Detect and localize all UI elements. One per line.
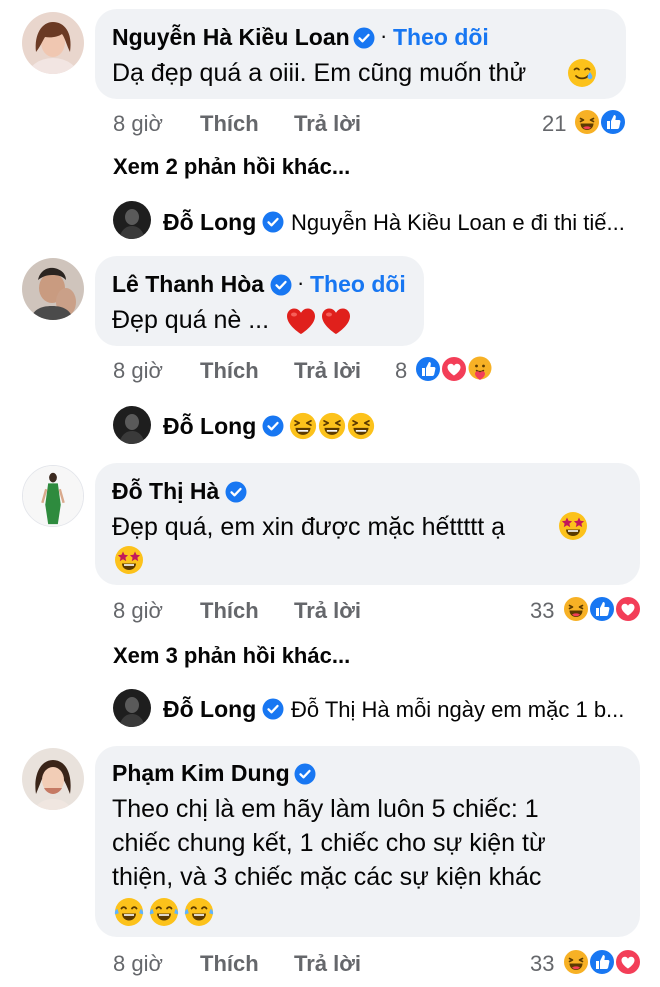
reply-author[interactable]: Đỗ Long xyxy=(163,413,256,440)
red-heart-icon xyxy=(320,306,352,336)
reply-preview-text[interactable]: Nguyễn Hà Kiều Loan e đi thi tiế... xyxy=(291,210,625,236)
avatar[interactable] xyxy=(22,258,84,320)
like-icon[interactable] xyxy=(588,948,616,976)
comment-author[interactable]: Nguyễn Hà Kiều Loan xyxy=(112,24,350,51)
reply-button[interactable]: Trả lời xyxy=(294,951,361,977)
comment-text-line: chiếc chung kết, 1 chiếc cho sự kiện từ xyxy=(112,829,546,857)
squinting-laugh-icon xyxy=(288,411,318,441)
love-icon[interactable] xyxy=(440,355,468,383)
comment-time[interactable]: 8 giờ xyxy=(113,358,163,384)
tears-of-joy-icon xyxy=(183,896,215,928)
haha-icon[interactable] xyxy=(562,948,590,976)
love-icon[interactable] xyxy=(614,595,642,623)
follow-button[interactable]: Theo dõi xyxy=(393,24,489,51)
avatar[interactable] xyxy=(22,748,84,810)
verified-badge-icon xyxy=(262,415,284,437)
comment-author[interactable]: Phạm Kim Dung xyxy=(112,760,290,787)
comment-text-line: Theo chị là em hãy làm luôn 5 chiếc: 1 xyxy=(112,795,539,823)
star-struck-icon xyxy=(557,510,589,542)
like-button[interactable]: Thích xyxy=(200,358,259,384)
smiling-face-with-tear-icon xyxy=(566,57,598,89)
avatar[interactable] xyxy=(22,465,84,527)
verified-badge-icon xyxy=(353,27,375,49)
love-icon[interactable] xyxy=(614,948,642,976)
view-more-replies[interactable]: Xem 3 phản hồi khác... xyxy=(113,643,350,669)
haha-icon[interactable] xyxy=(562,595,590,623)
like-icon[interactable] xyxy=(588,595,616,623)
avatar[interactable] xyxy=(113,201,151,239)
care-icon[interactable] xyxy=(466,355,494,383)
like-icon[interactable] xyxy=(599,108,627,136)
verified-badge-icon xyxy=(294,763,316,785)
star-struck-icon xyxy=(113,544,145,576)
separator-dot: · xyxy=(380,23,388,48)
comment-author[interactable]: Đỗ Thị Hà xyxy=(112,478,219,505)
squinting-laugh-icon xyxy=(317,411,347,441)
avatar[interactable] xyxy=(113,689,151,727)
separator-dot: · xyxy=(297,270,305,295)
haha-icon[interactable] xyxy=(573,108,601,136)
comment-time[interactable]: 8 giờ xyxy=(113,951,163,977)
reply-button[interactable]: Trả lời xyxy=(294,358,361,384)
verified-badge-icon xyxy=(225,481,247,503)
reply-preview-text[interactable]: Đỗ Thị Hà mỗi ngày em mặc 1 b... xyxy=(291,697,624,723)
comment-author[interactable]: Lê Thanh Hòa xyxy=(112,271,264,298)
comment-text-line: thiện, và 3 chiếc mặc các sự kiện khác xyxy=(112,863,542,891)
avatar[interactable] xyxy=(113,406,151,444)
tears-of-joy-icon xyxy=(113,896,145,928)
reply-author[interactable]: Đỗ Long xyxy=(163,209,256,236)
like-button[interactable]: Thích xyxy=(200,951,259,977)
comment-time[interactable]: 8 giờ xyxy=(113,111,163,137)
like-button[interactable]: Thích xyxy=(200,598,259,624)
reaction-count[interactable]: 33 xyxy=(530,951,554,977)
reply-author[interactable]: Đỗ Long xyxy=(163,696,256,723)
comment-text: Đẹp quá, em xin được mặc hếttttt ạ xyxy=(112,513,506,541)
red-heart-icon xyxy=(285,306,317,336)
reply-button[interactable]: Trả lời xyxy=(294,598,361,624)
comment-time[interactable]: 8 giờ xyxy=(113,598,163,624)
follow-button[interactable]: Theo dõi xyxy=(310,271,406,298)
squinting-laugh-icon xyxy=(346,411,376,441)
reaction-count[interactable]: 33 xyxy=(530,598,554,624)
avatar[interactable] xyxy=(22,12,84,74)
view-more-replies[interactable]: Xem 2 phản hồi khác... xyxy=(113,154,350,180)
reaction-count[interactable]: 8 xyxy=(395,358,407,384)
reply-button[interactable]: Trả lời xyxy=(294,111,361,137)
comment-text: Đẹp quá nè ... xyxy=(112,306,270,334)
verified-badge-icon xyxy=(262,698,284,720)
tears-of-joy-icon xyxy=(148,896,180,928)
reaction-count[interactable]: 21 xyxy=(542,111,566,137)
verified-badge-icon xyxy=(270,274,292,296)
like-icon[interactable] xyxy=(414,355,442,383)
comment-text: Dạ đẹp quá a oiii. Em cũng muốn thử xyxy=(112,59,527,87)
like-button[interactable]: Thích xyxy=(200,111,259,137)
verified-badge-icon xyxy=(262,211,284,233)
